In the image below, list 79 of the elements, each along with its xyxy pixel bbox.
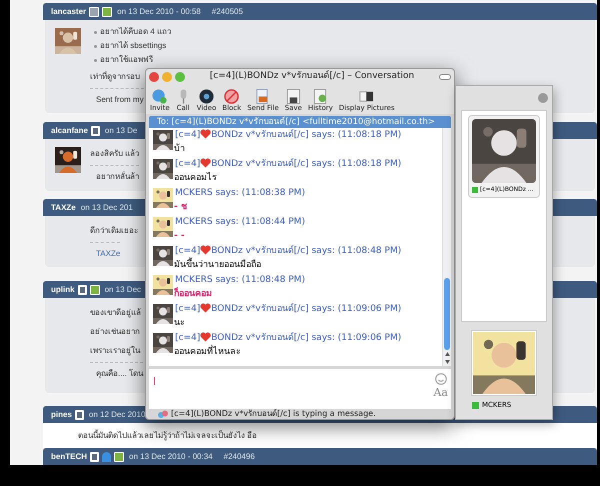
username[interactable]: lancaster <box>51 6 86 18</box>
username[interactable]: TAXZe <box>51 202 76 214</box>
block-icon <box>224 88 240 104</box>
close-button[interactable] <box>149 72 159 82</box>
sender-tag: [c=4] <box>175 332 200 346</box>
bullet-icon <box>94 58 97 62</box>
list-item: อยากใช้แอพฟรี <box>100 54 153 66</box>
post-number[interactable]: #240505 <box>212 6 243 18</box>
smiley-icon[interactable] <box>434 372 447 385</box>
post-text: เท่าที่ดูจากรอบ <box>90 70 140 84</box>
sender-line: BONDz v*vรักบอนด์[/c] says: (11:08:48 PM) <box>211 245 402 258</box>
person-icon <box>102 452 111 462</box>
pictures-icon <box>359 88 374 104</box>
camera-lens-icon <box>198 88 214 104</box>
phone-icon <box>90 452 99 462</box>
online-icon <box>472 186 478 192</box>
message-text: - - <box>174 230 186 243</box>
sender-tag: [c=4] <box>175 129 200 143</box>
signature-link[interactable]: TAXZe <box>90 242 120 260</box>
sender-line: BONDz v*vรักบอนด์[/c] says: (11:08:18 PM) <box>211 129 402 142</box>
sender-line: MCKERS says: (11:08:44 PM) <box>175 216 306 230</box>
document-icon <box>286 88 301 104</box>
text-cursor <box>154 376 155 385</box>
list-item: อยากได้ sbsettings <box>100 40 166 52</box>
sender-line: MCKERS says: (11:08:48 PM) <box>175 274 306 287</box>
message-text: ก็ออนคอม <box>174 288 213 301</box>
status-text: [c=4](L)BONDz v*vรักบอนด์[/c] is typing a message. <box>171 408 376 419</box>
sender-line: BONDz v*vรักบอนด์[/c] says: (11:09:06 PM) <box>211 332 402 344</box>
phone-icon <box>78 284 87 294</box>
message-text: มันขึ้นว่านายออนมือถือ <box>174 258 262 272</box>
sender-line: BONDz v*vรักบอนด์[/c] says: (11:08:18 PM) <box>211 158 402 172</box>
post-text: เพราะเราอยู่ใน <box>90 344 140 358</box>
sender-tag: [c=4] <box>175 245 200 259</box>
signature: Sent from my <box>90 88 144 107</box>
message-input[interactable]: Aa <box>149 368 451 409</box>
post-text: อย่างเช่นอยาก <box>90 326 140 338</box>
online-icon <box>472 402 479 409</box>
scroll-down-icon[interactable] <box>444 360 450 364</box>
post-date: on 13 Dec <box>104 284 142 296</box>
post-text: ลองสิครับ แล้ว <box>90 148 140 160</box>
post-text: ตอนนี้มันติดไปแล้วเลยไม่รู้ว่าถ้าไม่เจลจะเป็นยังไง อือ <box>78 428 258 442</box>
sender-tag: [c=4] <box>175 158 200 172</box>
message-text: ออนคอมไร <box>174 172 218 185</box>
toolbar-toggle-button[interactable] <box>439 74 451 80</box>
recipient-bar: To: [c=4](L)BONDz v*vรักบอนด์[/c] <fulltime2010@hotmail.co.th> <box>149 116 451 128</box>
message-text: - ช <box>174 200 188 214</box>
window-title: [c=4](L)BONDz v*vรักบอนด์[/c] – Conversation <box>208 70 416 84</box>
post-date: on 13 De <box>104 124 138 136</box>
post-date: on 13 Dec 201 <box>80 202 133 214</box>
post-text: ดีกว่าเดิมเยอะ <box>90 225 138 237</box>
list-item: อยากได้คีบอด 4 แถว <box>100 26 171 38</box>
username[interactable]: pines <box>51 408 72 420</box>
signature: อยากหลั่นล้า <box>90 165 139 184</box>
message-text: นะ <box>174 316 186 330</box>
post-date: on 13 Dec 2010 - 00:58 <box>117 6 201 18</box>
document-icon <box>255 88 270 104</box>
sender-line: BONDz v*vรักบอนด์[/c] says: (11:09:06 PM) <box>211 303 402 316</box>
signature: คุณคือ.... โดน <box>90 362 144 381</box>
bullet-icon <box>94 44 97 48</box>
font-button[interactable]: Aa <box>433 384 448 401</box>
username[interactable]: alcanfane <box>51 124 88 136</box>
sender-line: MCKERS says: (11:08:38 PM) <box>175 187 306 200</box>
close-icon[interactable] <box>538 93 548 103</box>
username[interactable]: benTECH <box>51 450 87 462</box>
sender-tag: [c=4] <box>175 303 200 317</box>
username[interactable]: uplink <box>51 284 75 296</box>
phone-icon <box>74 410 84 420</box>
bullet-icon <box>94 30 97 34</box>
zoom-button[interactable] <box>175 72 185 82</box>
phone-icon <box>90 126 100 136</box>
post-number[interactable]: #240496 <box>224 450 255 462</box>
scrollbar[interactable] <box>442 128 451 366</box>
typing-icon <box>158 410 168 418</box>
minimize-button[interactable] <box>162 72 172 82</box>
message-text: ออนคอมที่ไหนละ <box>174 346 242 359</box>
message-text: บ้า <box>174 142 186 156</box>
post-date: on 12 Dec 2010 <box>88 408 146 420</box>
post-text: ของเขาดีอยู่แล้ <box>90 307 141 320</box>
post-date: on 13 Dec 2010 - 00:34 <box>129 450 213 462</box>
